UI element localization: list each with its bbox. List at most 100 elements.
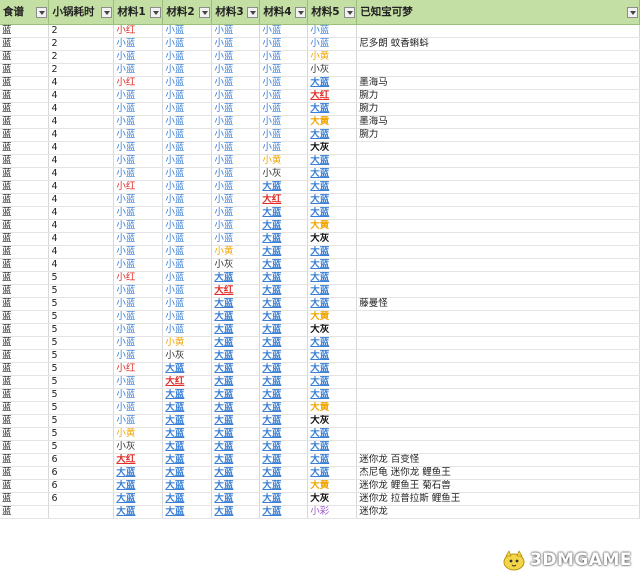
material-5-cell[interactable]: 大蓝 — [307, 271, 358, 285]
material-2-cell[interactable]: 小蓝 — [162, 63, 213, 77]
time-cell[interactable]: 4 — [48, 206, 115, 220]
time-cell[interactable]: 4 — [48, 76, 115, 90]
material-3-cell[interactable]: 大蓝 — [211, 362, 261, 376]
material-4-cell[interactable]: 小蓝 — [259, 102, 309, 116]
known-pokemon-cell[interactable]: 藤曼怪 — [356, 297, 640, 311]
known-pokemon-cell[interactable] — [356, 375, 640, 389]
known-pokemon-cell[interactable] — [356, 284, 640, 298]
recipe-cell[interactable]: 蓝 — [0, 284, 50, 298]
filter-dropdown-button[interactable] — [36, 7, 48, 18]
known-pokemon-cell[interactable] — [356, 271, 640, 285]
material-4-cell[interactable]: 小蓝 — [259, 115, 309, 129]
material-5-cell[interactable]: 小灰 — [307, 63, 358, 77]
recipe-cell[interactable]: 蓝 — [0, 89, 50, 103]
material-3-cell[interactable]: 大蓝 — [211, 479, 261, 493]
material-1-cell[interactable]: 小蓝 — [113, 375, 164, 389]
recipe-cell[interactable]: 蓝 — [0, 154, 50, 168]
time-cell[interactable]: 4 — [48, 219, 115, 233]
material-5-cell[interactable]: 大蓝 — [307, 297, 358, 311]
material-3-cell[interactable]: 小蓝 — [211, 50, 261, 64]
time-cell[interactable]: 5 — [48, 310, 115, 324]
material-4-cell[interactable]: 小蓝 — [259, 89, 309, 103]
time-cell[interactable]: 5 — [48, 362, 115, 376]
material-4-cell[interactable]: 大蓝 — [259, 388, 309, 402]
material-2-cell[interactable]: 小蓝 — [162, 167, 213, 181]
material-4-cell[interactable]: 大蓝 — [259, 323, 309, 337]
time-cell[interactable]: 5 — [48, 388, 115, 402]
material-3-cell[interactable]: 小蓝 — [211, 219, 261, 233]
known-pokemon-cell[interactable] — [356, 310, 640, 324]
material-3-cell[interactable]: 大蓝 — [211, 453, 261, 467]
known-pokemon-cell[interactable]: 墨海马 — [356, 115, 640, 129]
recipe-cell[interactable]: 蓝 — [0, 141, 50, 155]
material-5-cell[interactable]: 大灰 — [307, 141, 358, 155]
material-5-cell[interactable]: 大灰 — [307, 232, 358, 246]
material-2-cell[interactable]: 大蓝 — [162, 492, 213, 506]
material-4-cell[interactable]: 小蓝 — [259, 63, 309, 77]
filter-dropdown-button[interactable] — [199, 7, 211, 18]
material-1-cell[interactable]: 大蓝 — [113, 505, 164, 519]
material-1-cell[interactable]: 小灰 — [113, 440, 164, 454]
recipe-cell[interactable]: 蓝 — [0, 128, 50, 142]
material-2-cell[interactable]: 小蓝 — [162, 193, 213, 207]
material-4-cell[interactable]: 大蓝 — [259, 414, 309, 428]
material-4-cell[interactable]: 大蓝 — [259, 505, 309, 519]
recipe-cell[interactable]: 蓝 — [0, 37, 50, 51]
material-5-cell[interactable]: 大蓝 — [307, 388, 358, 402]
material-1-cell[interactable]: 小蓝 — [113, 349, 164, 363]
material-5-cell[interactable]: 大蓝 — [307, 102, 358, 116]
recipe-cell[interactable]: 蓝 — [0, 362, 50, 376]
material-1-cell[interactable]: 小蓝 — [113, 206, 164, 220]
material-1-cell[interactable]: 小蓝 — [113, 297, 164, 311]
time-cell[interactable]: 5 — [48, 297, 115, 311]
recipe-cell[interactable]: 蓝 — [0, 76, 50, 90]
recipe-cell[interactable]: 蓝 — [0, 414, 50, 428]
material-4-cell[interactable]: 大蓝 — [259, 271, 309, 285]
material-5-cell[interactable]: 大黄 — [307, 219, 358, 233]
material-3-cell[interactable]: 大蓝 — [211, 440, 261, 454]
known-pokemon-cell[interactable] — [356, 245, 640, 259]
material-3-cell[interactable]: 大蓝 — [211, 336, 261, 350]
material-4-cell[interactable]: 大蓝 — [259, 440, 309, 454]
time-cell[interactable]: 5 — [48, 440, 115, 454]
material-4-cell[interactable]: 大蓝 — [259, 375, 309, 389]
material-5-cell[interactable]: 大灰 — [307, 492, 358, 506]
time-cell[interactable]: 4 — [48, 245, 115, 259]
material-4-cell[interactable]: 小蓝 — [259, 24, 309, 38]
material-1-cell[interactable]: 小蓝 — [113, 284, 164, 298]
material-5-cell[interactable]: 大黄 — [307, 115, 358, 129]
material-4-cell[interactable]: 小灰 — [259, 167, 309, 181]
recipe-cell[interactable]: 蓝 — [0, 206, 50, 220]
time-cell[interactable]: 4 — [48, 89, 115, 103]
known-pokemon-cell[interactable] — [356, 388, 640, 402]
material-1-cell[interactable]: 小黄 — [113, 427, 164, 441]
material-1-cell[interactable]: 小蓝 — [113, 63, 164, 77]
material-1-cell[interactable]: 大红 — [113, 453, 164, 467]
material-3-cell[interactable]: 大红 — [211, 284, 261, 298]
material-1-cell[interactable]: 小蓝 — [113, 37, 164, 51]
material-3-cell[interactable]: 小蓝 — [211, 141, 261, 155]
material-2-cell[interactable]: 小蓝 — [162, 245, 213, 259]
material-1-cell[interactable]: 小蓝 — [113, 245, 164, 259]
recipe-cell[interactable]: 蓝 — [0, 479, 50, 493]
material-4-cell[interactable]: 大蓝 — [259, 180, 309, 194]
known-pokemon-cell[interactable]: 迷你龙 — [356, 505, 640, 519]
material-3-cell[interactable]: 大蓝 — [211, 375, 261, 389]
material-1-cell[interactable]: 小红 — [113, 180, 164, 194]
material-2-cell[interactable]: 小蓝 — [162, 219, 213, 233]
material-5-cell[interactable]: 大黄 — [307, 479, 358, 493]
material-3-cell[interactable]: 小蓝 — [211, 232, 261, 246]
known-pokemon-cell[interactable] — [356, 180, 640, 194]
recipe-cell[interactable]: 蓝 — [0, 193, 50, 207]
material-1-cell[interactable]: 小红 — [113, 271, 164, 285]
known-pokemon-cell[interactable] — [356, 206, 640, 220]
material-2-cell[interactable]: 大蓝 — [162, 453, 213, 467]
material-3-cell[interactable]: 大蓝 — [211, 401, 261, 415]
known-pokemon-cell[interactable] — [356, 219, 640, 233]
material-1-cell[interactable]: 小红 — [113, 76, 164, 90]
recipe-cell[interactable]: 蓝 — [0, 401, 50, 415]
material-5-cell[interactable]: 大蓝 — [307, 349, 358, 363]
recipe-cell[interactable]: 蓝 — [0, 323, 50, 337]
time-cell[interactable]: 5 — [48, 427, 115, 441]
time-cell[interactable]: 5 — [48, 271, 115, 285]
